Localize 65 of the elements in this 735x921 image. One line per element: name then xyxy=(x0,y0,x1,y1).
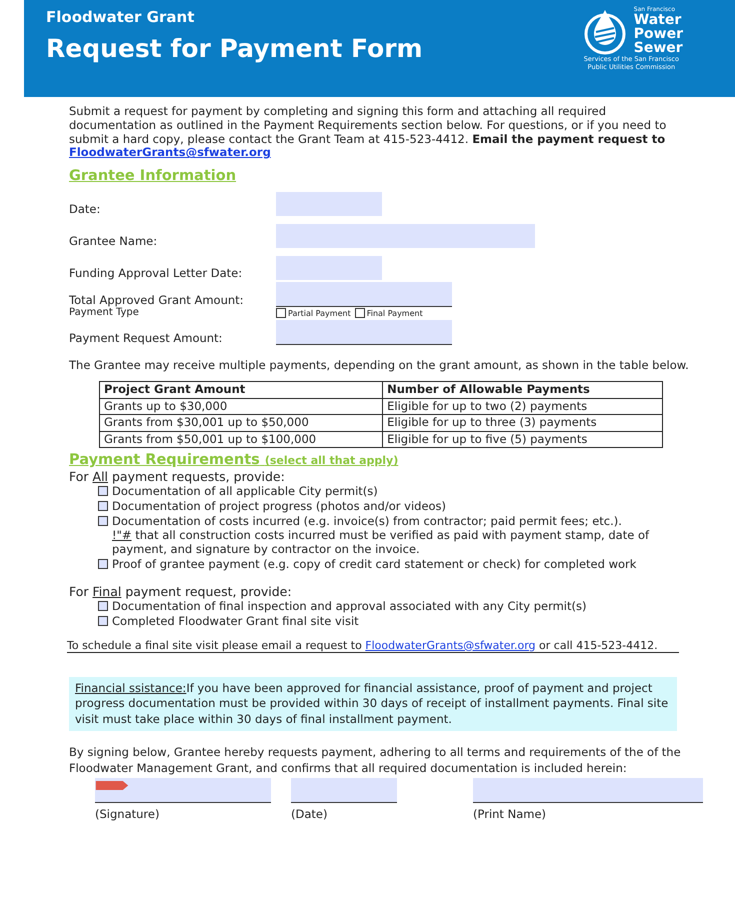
table-cell: Grants from $30,001 up to $50,000 xyxy=(100,414,383,432)
table-cell: Eligible for up to five (5) payments xyxy=(382,431,662,448)
assistance-text: Financial ssistance:If you have been approved for financial assistance, proof of payment and project progress documentation must be provided within 30 days of receipt of installment payments. Final site visit must take place within 30 days of final installment payment. xyxy=(75,680,670,728)
group-label: For xyxy=(69,584,89,599)
input-field[interactable] xyxy=(276,320,452,346)
checkbox[interactable] xyxy=(98,486,108,496)
table-cell: Eligible for up to two (2) payments xyxy=(382,398,662,415)
input-field[interactable] xyxy=(473,778,703,804)
column-header: Number of Allowable Payments xyxy=(382,382,662,398)
checkbox[interactable] xyxy=(98,501,108,512)
group-keyword: Final xyxy=(92,584,122,599)
table-cell: Grants up to $30,000 xyxy=(100,398,383,415)
signature-label: (Date) xyxy=(291,807,328,822)
signing-statement: By signing below, Grantee hereby requests payment, adhering to all terms and requirements of the of the Floodwater Management Grant, and confirms that all required documentation is included herein: xyxy=(69,745,682,776)
table-cell: Grants from $50,001 up to $100,000 xyxy=(100,431,383,448)
checkbox[interactable] xyxy=(276,308,286,318)
form-title: Request for Payment Form xyxy=(46,34,423,63)
signature-label: (Signature) xyxy=(95,807,160,822)
column-header: Project Grant Amount xyxy=(100,382,383,398)
checkbox[interactable] xyxy=(98,516,108,526)
table-cell: Eligible for up to three (3) payments xyxy=(382,414,662,432)
checkbox-label: Final Payment xyxy=(366,308,423,318)
checkbox-label: Documentation of costs incurred (e.g. invoice(s) from contractor; paid permit fees; etc.). xyxy=(112,514,622,528)
checkbox[interactable] xyxy=(354,308,365,318)
checkbox[interactable] xyxy=(98,600,108,611)
checkbox-label: Documentation of all applicable City permit(s) xyxy=(112,484,378,498)
sign-here-tag-icon xyxy=(95,781,129,790)
input-field[interactable] xyxy=(95,778,271,804)
email-link[interactable]: FloodwaterGrants@sfwater.org xyxy=(69,145,271,160)
input-field[interactable] xyxy=(276,224,535,248)
field-label: Grantee Name: xyxy=(69,234,158,248)
group-label: For xyxy=(69,469,89,484)
schedule-text: To schedule a final site visit please email a request to xyxy=(67,638,362,652)
field-label: Payment Request Amount: xyxy=(69,331,224,346)
item-note: !"# that all construction costs incurred must be verified as paid with payment stamp, date of payment, and signature by contractor on the invoice. xyxy=(112,529,650,557)
section-heading: Payment Requirements xyxy=(69,452,260,468)
checkbox-label: Partial Payment xyxy=(288,308,351,318)
logo-word: Sewer xyxy=(634,41,683,55)
table-note: The Grantee may receive multiple payments, depending on the grant amount, as shown in the table below. xyxy=(69,357,690,374)
group-label: payment request, provide: xyxy=(125,584,292,599)
field-label: Funding Approval Letter Date: xyxy=(69,266,244,280)
checkbox-label: Proof of grantee payment (e.g. copy of credit card statement or check) for completed work xyxy=(112,556,636,571)
checkbox-label: Documentation of project progress (photos and/or videos) xyxy=(112,499,446,514)
section-heading: Grantee Information xyxy=(69,168,238,184)
group-keyword: All xyxy=(92,469,108,484)
logo-word: Power xyxy=(634,27,683,41)
group-label: payment requests, provide: xyxy=(112,469,285,484)
input-field[interactable] xyxy=(291,778,397,804)
field-label: Total Approved Grant Amount: xyxy=(69,293,245,308)
checkbox-label: Completed Floodwater Grant final site visit xyxy=(112,614,359,628)
email-link[interactable]: FloodwaterGrants@sfwater.org xyxy=(365,638,536,652)
input-field[interactable] xyxy=(276,256,382,280)
input-field[interactable] xyxy=(276,282,452,308)
checkbox-label: Documentation of final inspection and approval associated with any City permit(s) xyxy=(112,598,586,613)
field-label: Payment Type xyxy=(69,307,140,318)
section-note: (select all that apply) xyxy=(264,454,398,468)
signature-label: (Print Name) xyxy=(473,807,548,822)
schedule-text: or call 415-523-4412. xyxy=(539,638,658,652)
field-label: Date: xyxy=(69,202,102,216)
input-field[interactable] xyxy=(276,192,382,216)
form-subtitle: Floodwater Grant xyxy=(46,8,196,26)
logo-word: Water xyxy=(634,13,682,27)
intro-paragraph: Submit a request for payment by completing and signing this form and attaching all required documentation as outlined in the Payment Requirements section below. For questions, or if you need to submit a hard copy, please contact the Grant Team at 415-523-4412. Email the payment request to FloodwaterGrants@sfwater.org xyxy=(69,105,668,160)
checkbox[interactable] xyxy=(98,616,108,626)
checkbox[interactable] xyxy=(98,558,108,569)
